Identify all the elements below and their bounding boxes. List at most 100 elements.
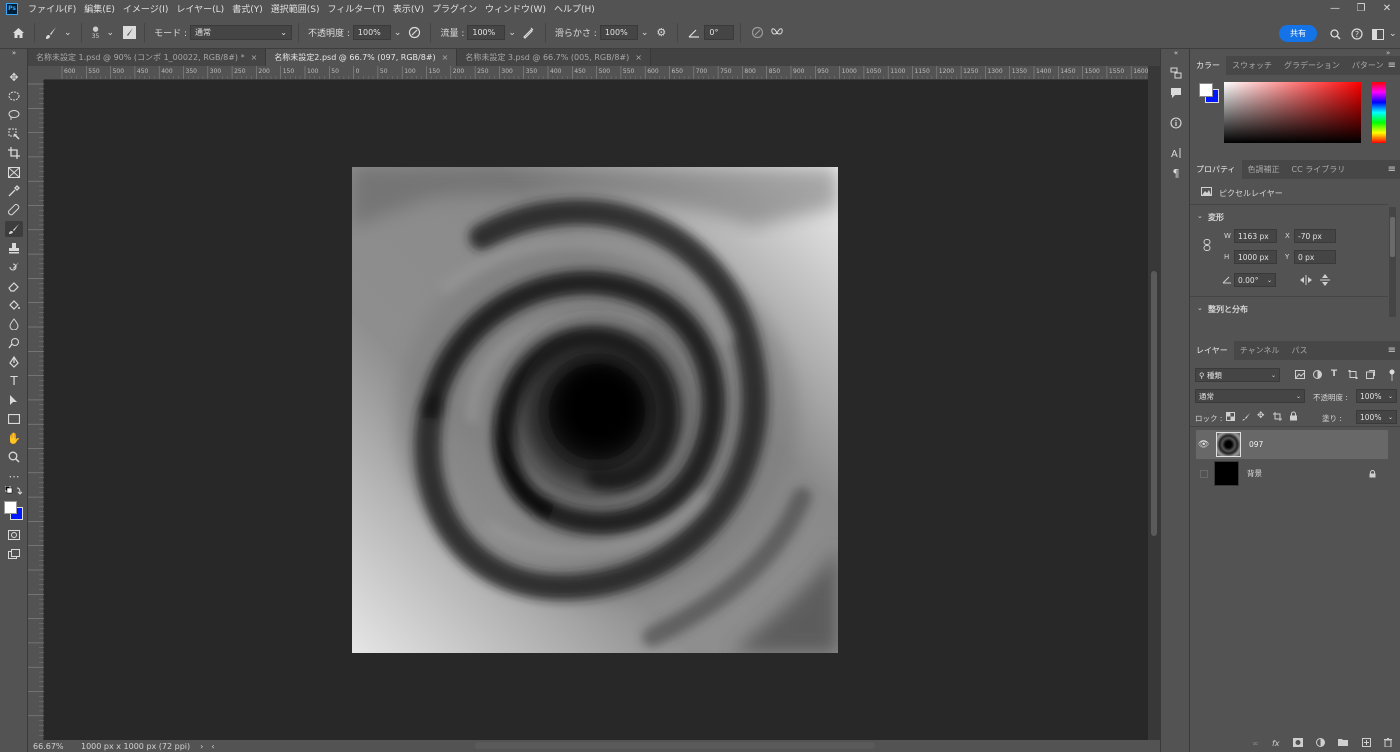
home-icon[interactable]: [10, 25, 26, 41]
tab-layers[interactable]: レイヤー: [1190, 341, 1234, 360]
hand-tool-icon[interactable]: ✋: [5, 430, 23, 446]
close-window-icon[interactable]: ✕: [1374, 0, 1400, 17]
menu-select[interactable]: 選択範囲(S): [267, 2, 324, 15]
width-field[interactable]: 1163 px: [1234, 229, 1277, 243]
chevron-down-icon[interactable]: ⌄: [1197, 304, 1203, 312]
share-button[interactable]: 共有: [1279, 25, 1317, 42]
brush-angle-field[interactable]: 0°: [704, 25, 735, 40]
blur-tool-icon[interactable]: [5, 316, 23, 332]
tab-color[interactable]: カラー: [1190, 56, 1226, 75]
menu-filter[interactable]: フィルター(T): [323, 2, 388, 15]
smoothing-field[interactable]: 100%: [599, 25, 638, 40]
align-section-title[interactable]: 整列と分布: [1208, 304, 1248, 315]
tab-gradients[interactable]: グラデーション: [1278, 56, 1346, 75]
filter-smart-object-icon[interactable]: [1366, 370, 1375, 379]
history-brush-tool-icon[interactable]: [5, 259, 23, 275]
blend-mode-select[interactable]: 通常 ⌄: [1195, 389, 1305, 403]
flow-chevron-icon[interactable]: ⌄: [508, 28, 516, 38]
menu-layer[interactable]: レイヤー(L): [172, 2, 228, 15]
tab-paths[interactable]: パス: [1286, 341, 1314, 360]
document-tab-2[interactable]: 名称未設定2.psd @ 66.7% (097, RGB/8#) ×: [266, 49, 458, 66]
zoom-level[interactable]: 66.67%: [33, 742, 81, 751]
lasso-tool-icon[interactable]: [5, 107, 23, 123]
gear-icon[interactable]: ⚙: [653, 25, 669, 41]
new-group-folder-icon[interactable]: [1338, 738, 1349, 748]
pen-tool-icon[interactable]: [5, 354, 23, 370]
comments-panel-icon[interactable]: [1169, 86, 1183, 100]
panel-menu-icon[interactable]: ≡: [1388, 60, 1396, 71]
brush-size-chevron-icon[interactable]: ⌄: [107, 28, 115, 38]
panel-menu-icon[interactable]: ≡: [1388, 345, 1396, 356]
tab-properties[interactable]: プロパティ: [1190, 160, 1242, 179]
symmetry-butterfly-icon[interactable]: [769, 25, 785, 41]
brush-settings-panel-icon[interactable]: [123, 26, 137, 39]
airbrush-icon[interactable]: [521, 25, 537, 41]
document-tab-1[interactable]: 名称未設定 1.psd @ 90% (コンポ 1_00022, RGB/8#) …: [28, 49, 267, 66]
layer-filter-select[interactable]: ⚲ 種類 ⌄: [1195, 368, 1280, 382]
crop-tool-icon[interactable]: [5, 145, 23, 161]
y-field[interactable]: 0 px: [1294, 250, 1336, 264]
tab-swatches[interactable]: スウォッチ: [1226, 56, 1278, 75]
close-tab-icon[interactable]: ×: [442, 53, 449, 62]
menu-help[interactable]: ヘルプ(H): [550, 2, 599, 15]
menu-edit[interactable]: 編集(E): [80, 2, 119, 15]
link-dimensions-icon[interactable]: [1203, 239, 1211, 251]
rectangle-tool-icon[interactable]: [5, 411, 23, 427]
help-icon[interactable]: ?: [1349, 26, 1365, 42]
scroll-left-icon[interactable]: ‹: [211, 742, 214, 751]
opacity-field[interactable]: 100%: [352, 25, 391, 40]
foreground-color-swatch[interactable]: [4, 501, 17, 514]
chevron-down-icon[interactable]: ⌄: [1197, 212, 1203, 220]
x-field[interactable]: -70 px: [1294, 229, 1336, 243]
lock-position-icon[interactable]: ✥: [1257, 411, 1267, 421]
filter-shape-icon[interactable]: [1348, 370, 1358, 379]
dodge-tool-icon[interactable]: [5, 335, 23, 351]
frame-tool-icon[interactable]: [5, 164, 23, 180]
type-tool-icon[interactable]: T: [5, 373, 23, 389]
workspace-chevron-icon[interactable]: ⌄: [1389, 29, 1397, 39]
link-layers-icon[interactable]: ∞: [1252, 739, 1259, 748]
panel-menu-icon[interactable]: ≡: [1388, 164, 1396, 175]
object-selection-tool-icon[interactable]: [5, 126, 23, 142]
healing-brush-tool-icon[interactable]: [5, 202, 23, 218]
layer-style-fx-icon[interactable]: fx: [1272, 739, 1280, 748]
collapse-strip-icon[interactable]: «: [1169, 49, 1183, 57]
layer-lock-icon[interactable]: [1369, 469, 1376, 478]
pressure-opacity-icon[interactable]: [406, 25, 422, 41]
new-adjustment-layer-icon[interactable]: [1316, 737, 1326, 749]
brush-tool-icon[interactable]: [5, 221, 23, 237]
smoothing-chevron-icon[interactable]: ⌄: [641, 28, 649, 38]
character-panel-icon[interactable]: A: [1169, 146, 1183, 160]
eye-visibility-icon[interactable]: 👁: [1198, 440, 1212, 450]
opacity-chevron-icon[interactable]: ⌄: [394, 28, 402, 38]
tab-cc-libraries[interactable]: CC ライブラリ: [1286, 160, 1352, 179]
collapse-toolbar-icon[interactable]: »: [5, 49, 23, 57]
more-tools-icon[interactable]: ⋯: [5, 468, 23, 484]
brush-tool-icon[interactable]: [43, 25, 59, 41]
eyedropper-tool-icon[interactable]: [5, 183, 23, 199]
close-tab-icon[interactable]: ×: [635, 53, 642, 62]
flip-horizontal-icon[interactable]: [1300, 275, 1312, 285]
tool-preset-chevron-icon[interactable]: ⌄: [64, 28, 72, 38]
lock-image-pixels-icon[interactable]: [1242, 412, 1251, 421]
search-icon[interactable]: [1327, 26, 1343, 42]
layer-opacity-field[interactable]: 100% ⌄: [1356, 389, 1397, 403]
info-panel-icon[interactable]: [1169, 116, 1183, 130]
ruler-origin[interactable]: [28, 66, 44, 80]
paint-bucket-tool-icon[interactable]: [5, 297, 23, 313]
horizontal-scrollbar-thumb[interactable]: [475, 742, 875, 749]
menu-plugins[interactable]: プラグイン: [428, 2, 481, 15]
hue-slider[interactable]: [1372, 82, 1386, 143]
layer-name[interactable]: 背景: [1247, 468, 1262, 479]
vertical-scrollbar-thumb[interactable]: [1151, 271, 1157, 536]
height-field[interactable]: 1000 px: [1234, 250, 1277, 264]
filter-toggle-switch[interactable]: [1389, 369, 1395, 381]
rotation-field[interactable]: 0.00° ⌄: [1234, 273, 1276, 287]
lock-all-icon[interactable]: [1289, 411, 1298, 421]
minimize-icon[interactable]: —: [1322, 0, 1348, 17]
path-selection-tool-icon[interactable]: [5, 392, 23, 408]
new-layer-icon[interactable]: [1361, 737, 1371, 749]
clone-stamp-tool-icon[interactable]: [5, 240, 23, 256]
restore-icon[interactable]: ❐: [1348, 0, 1374, 17]
vertical-scrollbar[interactable]: [1148, 66, 1160, 740]
